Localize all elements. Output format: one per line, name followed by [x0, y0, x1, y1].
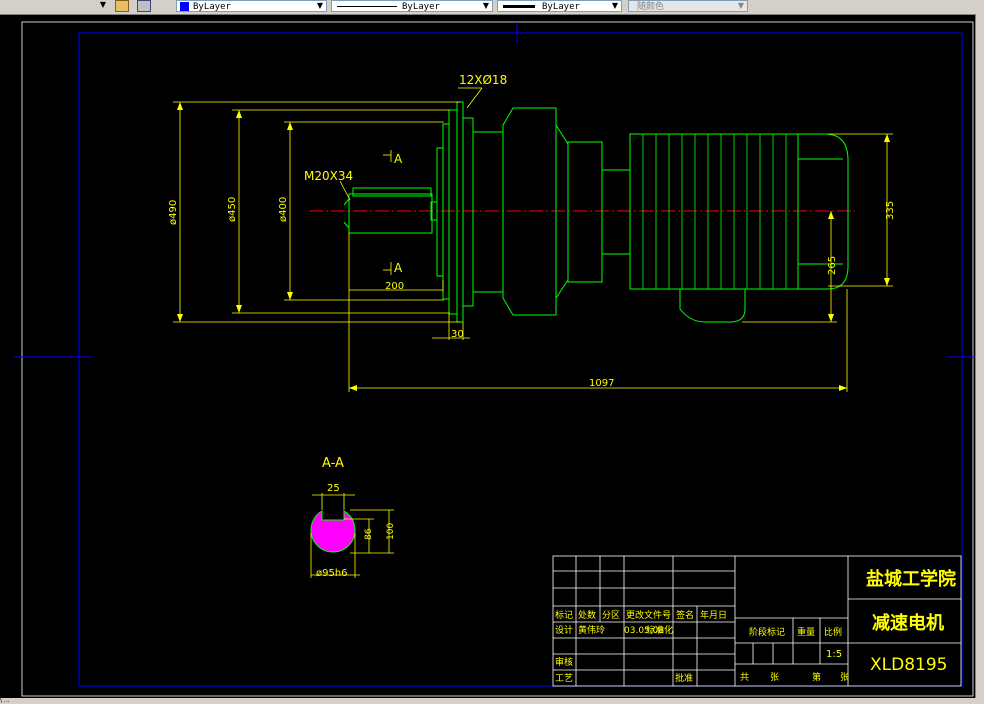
hole-label: 12XØ18 — [459, 73, 507, 87]
part-name: 减速电机 — [872, 612, 944, 634]
dim-30: 30 — [451, 329, 464, 340]
total-label: 共 — [740, 672, 749, 683]
dim-450: ø450 — [227, 197, 238, 222]
layer-previous-icon[interactable] — [137, 0, 151, 12]
chevron-down-icon[interactable]: ▼ — [98, 0, 108, 10]
chevron-down-icon[interactable]: ▼ — [610, 1, 620, 11]
hdr-zone: 分区 — [602, 610, 620, 621]
section-hatch — [310, 510, 356, 553]
row-std: 标准化 — [646, 624, 673, 636]
stage-label: 阶段标记 — [749, 626, 785, 638]
lineweight-preview-icon — [503, 5, 535, 8]
color-value: ByLayer — [193, 2, 231, 12]
section-dim-25: 25 — [327, 483, 340, 494]
drawing-number: XLD8195 — [870, 655, 947, 675]
section-dim-dia: ø95h6 — [316, 568, 348, 579]
chevron-down-icon[interactable]: ▼ — [315, 1, 325, 11]
dim-265: 265 — [827, 256, 838, 275]
layer-states-icon[interactable] — [115, 0, 129, 12]
hdr-count: 处数 — [578, 609, 596, 621]
dim-200: 200 — [385, 281, 404, 292]
color-swatch-icon — [180, 2, 189, 11]
section-view: A-A 25 86 100 ø95h6 — [310, 456, 396, 579]
section-mark-bottom: A — [394, 261, 403, 275]
hdr-sign: 签名 — [676, 609, 694, 621]
plotstyle-dropdown[interactable]: 随颜色 ▼ — [628, 0, 748, 12]
lineweight-value: ByLayer — [542, 2, 580, 12]
page2-label: 张 — [840, 672, 849, 683]
status-text: \ ... — [0, 698, 10, 704]
section-dim-100: 100 — [386, 523, 396, 540]
hdr-mark: 标记 — [555, 609, 573, 621]
designer: 黄伟玲 — [578, 624, 605, 636]
dim-400: ø400 — [278, 197, 289, 222]
hdr-doc: 更改文件号 — [626, 609, 671, 621]
properties-toolbar: ▼ ByLayer ▼ ByLayer ▼ ByLayer ▼ 随颜色 ▼ — [0, 0, 984, 15]
lineweight-dropdown[interactable]: ByLayer ▼ — [497, 0, 622, 12]
title-block-text: 盐城工学院 减速电机 XLD8195 标记 处数 分区 更改文件号 签名 年月日… — [555, 568, 956, 684]
school-name: 盐城工学院 — [866, 568, 956, 590]
dim-1097: 1097 — [589, 378, 614, 389]
plotstyle-value: 随颜色 — [637, 2, 665, 12]
scale-value: 1:5 — [826, 649, 842, 660]
drawing-frame — [14, 21, 975, 697]
sheet-label: 张 — [770, 672, 779, 683]
row-process: 工艺 — [555, 673, 573, 684]
dim-490: ø490 — [168, 200, 179, 225]
dimension-labels: 12XØ18 M20X34 A A ø490 ø450 ø400 200 30 … — [168, 73, 896, 389]
section-dim-86: 86 — [364, 528, 374, 540]
linetype-preview-icon — [337, 6, 397, 7]
section-title: A-A — [322, 456, 344, 471]
status-bar: \ ... — [0, 698, 984, 704]
row-approve: 批准 — [675, 672, 693, 684]
dim-335: 335 — [885, 201, 896, 220]
ratio-label: 比例 — [824, 626, 842, 638]
color-dropdown[interactable]: ByLayer ▼ — [176, 0, 327, 12]
chevron-down-icon[interactable]: ▼ — [736, 1, 746, 11]
thread-label: M20X34 — [304, 169, 353, 183]
page-label: 第 — [812, 671, 821, 683]
chevron-down-icon[interactable]: ▼ — [481, 1, 491, 11]
hdr-date: 年月日 — [700, 609, 727, 621]
section-mark-top: A — [394, 152, 403, 166]
dimension-arrows — [177, 102, 890, 391]
row-design: 设计 — [555, 624, 573, 636]
motor-geometry — [343, 101, 849, 323]
layer-dropdown-tail[interactable]: ▼ — [0, 0, 110, 12]
drawing-canvas[interactable]: 12XØ18 M20X34 A A ø490 ø450 ø400 200 30 … — [0, 14, 975, 698]
linetype-value: ByLayer — [402, 2, 440, 12]
vertical-scrollbar[interactable] — [975, 14, 984, 698]
row-review: 审核 — [555, 656, 573, 668]
linetype-dropdown[interactable]: ByLayer ▼ — [331, 0, 493, 12]
weight-label: 重量 — [797, 626, 815, 638]
